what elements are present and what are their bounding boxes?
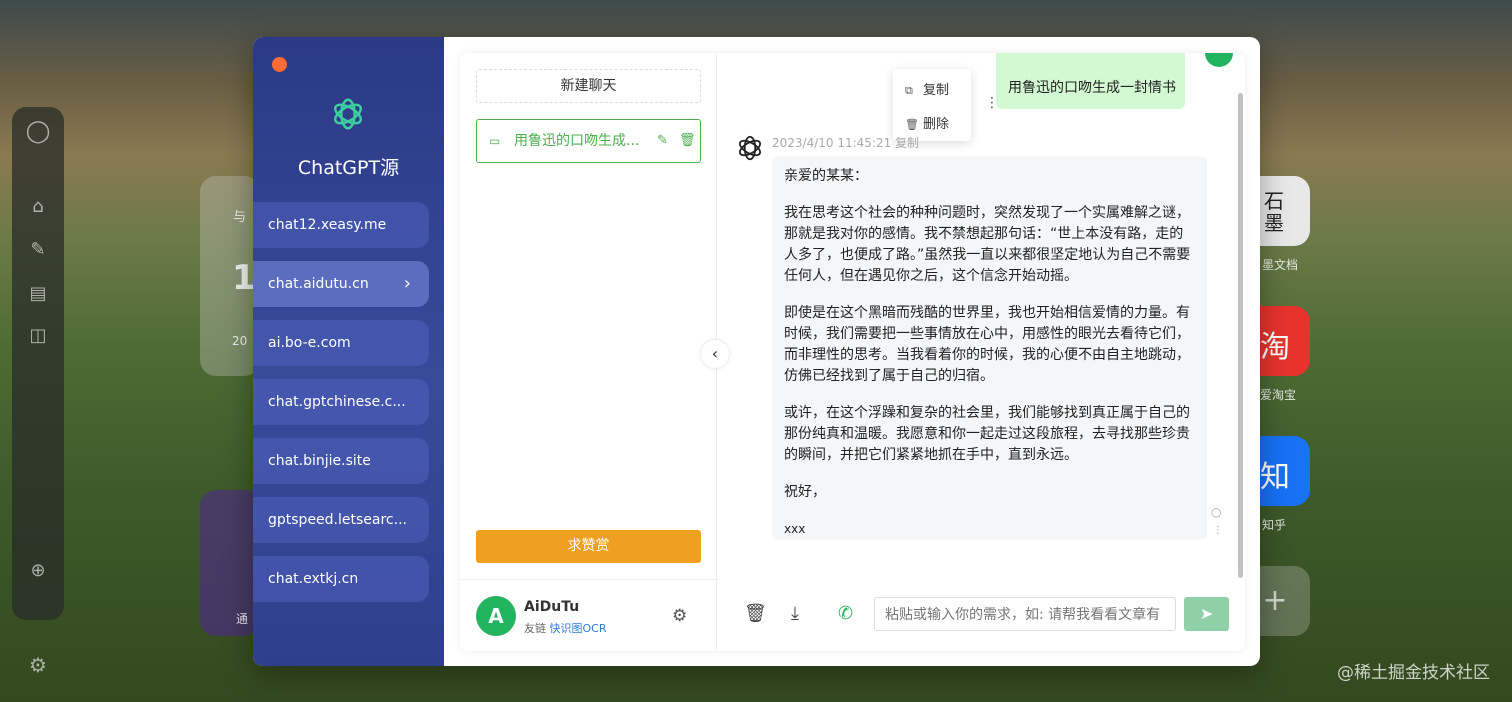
scrollbar[interactable] bbox=[1238, 93, 1243, 578]
store-icon[interactable]: ▤ bbox=[24, 280, 52, 308]
more-vertical-icon[interactable]: ⋮ bbox=[985, 95, 999, 111]
add-circle-icon[interactable]: ⊕ bbox=[24, 557, 52, 585]
profile-name: AiDuTu bbox=[524, 599, 580, 615]
user-message-bubble: 用鲁迅的口吻生成一封情书 bbox=[996, 53, 1185, 109]
bot-paragraph: 即使是在这个黑暗而残酷的世界里，我也开始相信爱情的力量。有时候，我们需要把一些事… bbox=[784, 305, 1190, 384]
bag-icon[interactable]: ◫ bbox=[24, 322, 52, 350]
desktop-tile-text: 与 bbox=[233, 210, 247, 225]
chat-panel: ‹ 用鲁迅的口吻生成一封情书 ⋮ ⧉复制 🗑删除 2023/4/10 11: bbox=[701, 53, 1245, 651]
user-circle-icon[interactable]: ◯ bbox=[24, 118, 52, 146]
bot-paragraph: 我在思考这个社会的种种问题时，突然发现了一个实属难解之谜，那就是我对你的感情。我… bbox=[784, 205, 1191, 284]
copy-icon: ⧉ bbox=[905, 84, 913, 97]
shimo-logo-text: 石墨 bbox=[1264, 189, 1284, 235]
session-panel: 新建聊天 ▭ 用鲁迅的口吻生成... ✎ 🗑 求赞赏 A AiDuTu 友链 快… bbox=[460, 53, 717, 651]
site-link[interactable]: chat.binjie.site bbox=[253, 438, 429, 484]
site-sidebar: ChatGPT源 chat12.xeasy.me chat.aidutu.cn … bbox=[253, 37, 444, 666]
taobao-logo-text: 淘 bbox=[1260, 330, 1290, 365]
home-icon[interactable]: ⌂ bbox=[24, 193, 52, 221]
shimo-label: 墨文档 bbox=[1262, 258, 1299, 272]
user-avatar bbox=[1205, 53, 1233, 67]
gear-icon[interactable]: ⚙ bbox=[24, 651, 52, 679]
site-link[interactable]: chat.gptchinese.c... bbox=[253, 379, 429, 425]
chatgpt-avatar-icon bbox=[739, 135, 761, 161]
context-menu: ⧉ 复制 🗑 删除 bbox=[893, 69, 971, 141]
settings-gear-icon[interactable]: ⚙ bbox=[672, 606, 687, 626]
chatgpt-logo-icon bbox=[333, 98, 363, 130]
bot-paragraph: 或许，在这个浮躁和复杂的社会里，我们能够找到真正属于自己的那份纯真和温暖。我愿意… bbox=[784, 405, 1190, 463]
menu-copy-label: 复制 bbox=[923, 83, 950, 98]
compass-icon[interactable]: ✎ bbox=[24, 236, 52, 264]
session-item[interactable]: ▭ 用鲁迅的口吻生成... ✎ 🗑 bbox=[476, 119, 701, 163]
chat-card: 新建聊天 ▭ 用鲁迅的口吻生成... ✎ 🗑 求赞赏 A AiDuTu 友链 快… bbox=[460, 53, 1245, 651]
avatar[interactable]: A bbox=[476, 596, 516, 636]
chat-window: ChatGPT源 chat12.xeasy.me chat.aidutu.cn … bbox=[253, 37, 1260, 666]
site-link[interactable]: chat12.xeasy.me bbox=[253, 202, 429, 248]
new-chat-button[interactable]: 新建聊天 bbox=[476, 69, 701, 103]
brand-title: ChatGPT源 bbox=[297, 157, 400, 179]
bot-paragraph: 亲爱的某某： bbox=[784, 168, 868, 184]
input-bar: 🗑 ⤓ ✆ ➤ bbox=[717, 579, 1245, 651]
bot-paragraph: 祝好， bbox=[784, 484, 826, 500]
menu-item-delete[interactable]: 🗑 删除 bbox=[905, 113, 949, 132]
desktop-tile-text: 通 bbox=[236, 612, 249, 626]
watermark: @稀土掘金技术社区 bbox=[1337, 663, 1490, 683]
friend-link-row: 友链 快识图OCR bbox=[524, 620, 606, 636]
site-link-active[interactable]: chat.aidutu.cn › bbox=[253, 261, 429, 307]
bot-message-bubble: 亲爱的某某： 我在思考这个社会的种种问题时，突然发现了一个实属难解之谜，那就是我… bbox=[772, 156, 1207, 540]
message-meta: 2023/4/10 11:45:21 复制 bbox=[772, 136, 920, 150]
clear-trash-icon[interactable]: 🗑 bbox=[744, 603, 767, 624]
zhihu-logo-text: 知 bbox=[1260, 460, 1290, 495]
zhihu-label: 知乎 bbox=[1262, 518, 1287, 532]
chevron-right-icon: › bbox=[403, 273, 411, 294]
send-button[interactable]: ➤ bbox=[1184, 597, 1229, 631]
trash-icon[interactable]: 🗑 bbox=[679, 120, 696, 162]
site-link[interactable]: chat.extkj.cn bbox=[253, 556, 429, 602]
desktop-dock bbox=[12, 107, 64, 620]
desktop-tile-purple[interactable] bbox=[200, 490, 260, 636]
friend-prefix: 友链 bbox=[524, 622, 546, 635]
friend-link[interactable]: 快识图OCR bbox=[550, 622, 607, 635]
bot-paragraph: xxx bbox=[784, 522, 806, 536]
whatsapp-share-icon[interactable]: ✆ bbox=[838, 603, 853, 624]
taobao-label: 爱淘宝 bbox=[1260, 388, 1297, 402]
menu-delete-label: 删除 bbox=[923, 117, 950, 132]
more-vertical-icon[interactable]: ⋮ bbox=[1213, 525, 1223, 536]
site-link-label: chat.aidutu.cn bbox=[268, 276, 369, 292]
donate-button[interactable]: 求赞赏 bbox=[476, 530, 701, 563]
trash-icon: 🗑 bbox=[905, 118, 919, 131]
download-icon[interactable]: ⤓ bbox=[791, 603, 799, 624]
profile-footer: A AiDuTu 友链 快识图OCR ⚙ bbox=[460, 579, 717, 651]
desktop-tile-text: 20 bbox=[232, 334, 248, 348]
chat-bubble-icon: ▭ bbox=[489, 134, 501, 148]
edit-icon[interactable]: ✎ bbox=[657, 120, 668, 162]
site-link[interactable]: gptspeed.letsearc... bbox=[253, 497, 429, 543]
menu-item-copy[interactable]: ⧉ 复制 bbox=[905, 79, 949, 98]
session-title: 用鲁迅的口吻生成... bbox=[514, 133, 640, 149]
chat-input[interactable] bbox=[874, 597, 1176, 631]
close-button[interactable] bbox=[272, 57, 287, 72]
loading-spinner-icon: ○ bbox=[1211, 505, 1222, 519]
site-link[interactable]: ai.bo-e.com bbox=[253, 320, 429, 366]
collapse-chevron-left-icon[interactable]: ‹ bbox=[701, 340, 729, 368]
